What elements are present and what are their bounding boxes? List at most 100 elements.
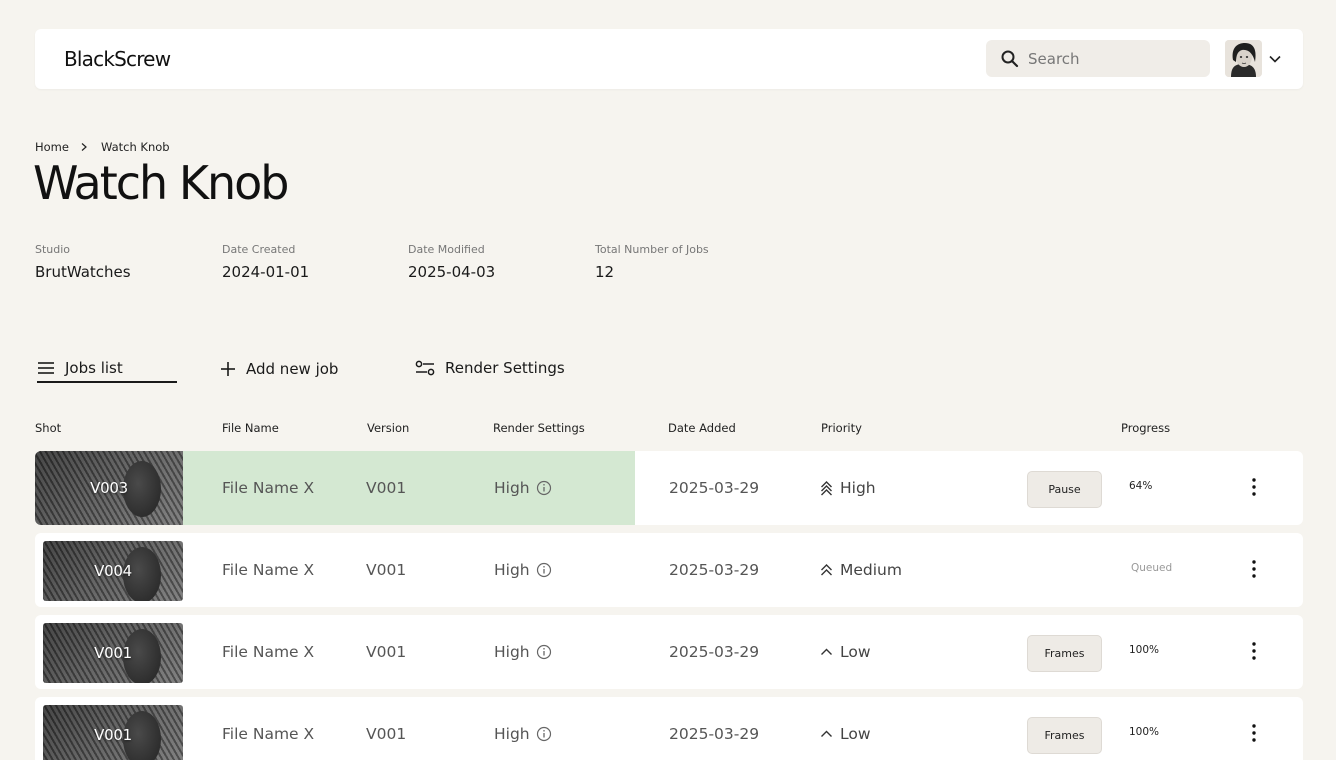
priority-label: Low <box>840 725 871 743</box>
table-row[interactable]: V001 File Name X V001 High 2025-03-29 Lo… <box>35 697 1303 760</box>
meta-label: Total Number of Jobs <box>595 243 709 256</box>
chevron-down-icon[interactable] <box>1268 52 1282 66</box>
meta-value: 2024-01-01 <box>222 263 310 281</box>
shot-label: V003 <box>90 479 128 497</box>
tab-label: Add new job <box>246 360 339 378</box>
tab-label: Render Settings <box>445 359 565 377</box>
more-options-icon[interactable] <box>1247 559 1261 579</box>
tab-jobs-list[interactable]: Jobs list <box>37 353 123 383</box>
shot-thumbnail[interactable]: V001 <box>43 623 183 683</box>
breadcrumb: Home Watch Knob <box>35 140 170 154</box>
priority-cell: Medium <box>820 561 902 579</box>
info-icon[interactable] <box>536 644 552 660</box>
render-settings-cell: High <box>494 561 552 579</box>
column-header-file-name[interactable]: File Name <box>222 421 279 435</box>
priority-cell: High <box>820 479 876 497</box>
date-added-cell: 2025-03-29 <box>669 725 760 743</box>
file-name-cell: File Name X <box>222 643 315 661</box>
file-name-cell: File Name X <box>222 479 315 497</box>
more-options-icon[interactable] <box>1247 477 1261 497</box>
sliders-icon <box>415 360 435 376</box>
page-title: Watch Knob <box>33 156 289 210</box>
render-settings-cell: High <box>494 479 552 497</box>
meta-date-modified: Date Modified 2025-04-03 <box>408 243 495 281</box>
meta-label: Studio <box>35 243 71 256</box>
priority-label: High <box>840 479 876 497</box>
table-row[interactable]: V003 File Name X V001 High 2025-03-29 Hi… <box>35 451 1303 525</box>
column-header-date-added[interactable]: Date Added <box>668 421 736 435</box>
progress-status: Queued <box>1131 562 1173 574</box>
tab-add-new-job[interactable]: Add new job <box>220 354 338 384</box>
shot-label: V004 <box>94 562 132 580</box>
meta-label: Date Modified <box>408 243 485 256</box>
double-chevron-up-icon <box>821 481 832 496</box>
meta-date-created: Date Created 2024-01-01 <box>222 243 309 281</box>
pause-button[interactable]: Pause <box>1027 471 1102 508</box>
meta-total-jobs: Total Number of Jobs 12 <box>595 243 709 281</box>
render-settings-cell: High <box>494 643 552 661</box>
tab-label: Jobs list <box>65 359 123 377</box>
shot-thumbnail[interactable]: V001 <box>43 705 183 760</box>
chevron-up-icon <box>821 648 832 655</box>
file-name-cell: File Name X <box>222 725 315 743</box>
column-header-progress[interactable]: Progress <box>1121 421 1170 435</box>
frames-button[interactable]: Frames <box>1027 635 1102 672</box>
version-cell: V001 <box>366 725 407 743</box>
more-options-icon[interactable] <box>1247 723 1261 743</box>
info-icon[interactable] <box>536 726 552 742</box>
date-added-cell: 2025-03-29 <box>669 561 760 579</box>
avatar[interactable] <box>1225 40 1262 77</box>
shot-label: V001 <box>94 644 132 662</box>
info-icon[interactable] <box>536 562 552 578</box>
double-chevron-up-icon <box>821 564 832 576</box>
more-options-icon[interactable] <box>1247 641 1261 661</box>
priority-label: Low <box>840 643 871 661</box>
priority-label: Medium <box>840 561 902 579</box>
file-name-cell: File Name X <box>222 561 315 579</box>
search-icon <box>1001 50 1019 68</box>
render-quality: High <box>494 643 530 661</box>
render-settings-cell: High <box>494 725 552 743</box>
search-input[interactable] <box>1028 40 1203 77</box>
render-quality: High <box>494 725 530 743</box>
meta-value: 12 <box>595 263 615 281</box>
table-row[interactable]: V001 File Name X V001 High 2025-03-29 Lo… <box>35 615 1303 689</box>
top-bar: BlackScrew <box>35 29 1303 89</box>
render-quality: High <box>494 479 530 497</box>
breadcrumb-home[interactable]: Home <box>35 140 69 154</box>
chevron-up-icon <box>821 730 832 737</box>
render-quality: High <box>494 561 530 579</box>
date-added-cell: 2025-03-29 <box>669 643 760 661</box>
version-cell: V001 <box>366 479 407 497</box>
tab-render-settings[interactable]: Render Settings <box>415 353 565 383</box>
info-icon[interactable] <box>536 480 552 496</box>
date-added-cell: 2025-03-29 <box>669 479 760 497</box>
meta-studio: Studio BrutWatches <box>35 243 131 281</box>
table-row[interactable]: V004 File Name X V001 High 2025-03-29 Me… <box>35 533 1303 607</box>
meta-label: Date Created <box>222 243 296 256</box>
column-header-priority[interactable]: Priority <box>821 421 862 435</box>
shot-label: V001 <box>94 726 132 744</box>
brand-logo[interactable]: BlackScrew <box>64 47 171 71</box>
shot-thumbnail[interactable]: V003 <box>35 451 183 525</box>
version-cell: V001 <box>366 561 407 579</box>
chevron-right-icon <box>81 143 87 151</box>
plus-icon <box>221 362 235 376</box>
progress-value: 100% <box>1129 644 1160 656</box>
progress-value: 64% <box>1129 480 1153 492</box>
priority-cell: Low <box>820 643 871 661</box>
meta-value: BrutWatches <box>35 263 131 281</box>
column-header-shot[interactable]: Shot <box>35 421 61 435</box>
column-header-version[interactable]: Version <box>367 421 409 435</box>
breadcrumb-current: Watch Knob <box>100 140 170 154</box>
avatar-image <box>1225 40 1262 77</box>
menu-icon <box>38 362 54 374</box>
progress-value: 100% <box>1129 726 1160 738</box>
meta-value: 2025-04-03 <box>408 263 496 281</box>
column-header-render-settings[interactable]: Render Settings <box>493 421 585 435</box>
search-box[interactable] <box>986 40 1210 77</box>
version-cell: V001 <box>366 643 407 661</box>
active-tab-indicator <box>37 381 177 383</box>
shot-thumbnail[interactable]: V004 <box>43 541 183 601</box>
frames-button[interactable]: Frames <box>1027 717 1102 754</box>
